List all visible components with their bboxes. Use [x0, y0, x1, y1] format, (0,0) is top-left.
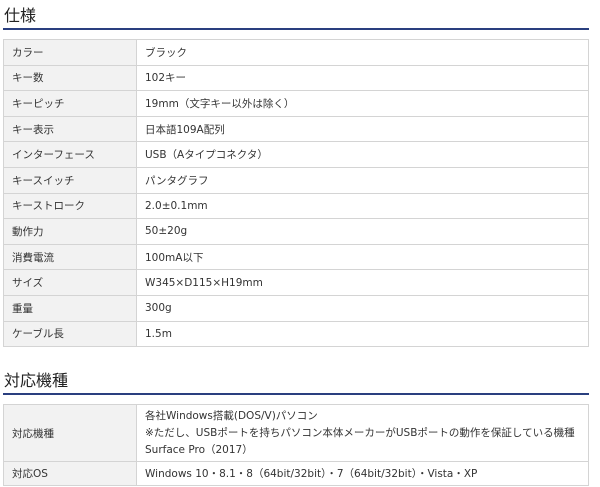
spec-label: サイズ — [3, 269, 137, 296]
compat-section-rule — [3, 393, 589, 395]
spec-value: ブラック — [136, 39, 589, 66]
spec-value: パンタグラフ — [136, 166, 589, 194]
spec-label: 動作力 — [3, 218, 137, 245]
spec-value: W345×D115×H19mm — [136, 269, 589, 296]
compat-line: Surface Pro（2017） — [145, 443, 253, 456]
spec-row-cable-length: ケーブル長 1.5m — [3, 320, 589, 348]
spec-label: キーストローク — [3, 192, 137, 220]
spec-row-key-stroke: キーストローク 2.0±0.1mm — [3, 192, 589, 220]
compat-line: 各社Windows搭載(DOS/V)パソコン — [145, 409, 318, 422]
compat-line: ※ただし、USBポートを持ちパソコン本体メーカーがUSBポートの動作を保証してい… — [145, 426, 575, 439]
spec-label: ケーブル長 — [3, 320, 137, 348]
spec-section-title: 仕様 — [4, 6, 37, 25]
spec-value: 100mA以下 — [136, 243, 589, 271]
spec-value: 300g — [136, 294, 589, 322]
compat-value: Windows 10・8.1・8（64bit/32bit）・7（64bit/32… — [136, 461, 589, 486]
compat-label: 対応OS — [3, 461, 137, 486]
spec-value: 日本語109A配列 — [136, 115, 589, 143]
spec-label: 消費電流 — [3, 243, 137, 271]
spec-label: キー表示 — [3, 115, 137, 143]
spec-value: 19mm（文字キー以外は除く） — [136, 90, 589, 117]
spec-row-color: カラー ブラック — [3, 39, 589, 66]
spec-value: 2.0±0.1mm — [136, 192, 589, 220]
spec-label: キースイッチ — [3, 166, 137, 194]
spec-row-key-pitch: キーピッチ 19mm（文字キー以外は除く） — [3, 90, 589, 117]
spec-value: 50±20g — [136, 218, 589, 245]
spec-row-key-display: キー表示 日本語109A配列 — [3, 115, 589, 143]
spec-row-current: 消費電流 100mA以下 — [3, 243, 589, 271]
compat-section-title: 対応機種 — [4, 371, 69, 390]
compat-row-os: 対応OS Windows 10・8.1・8（64bit/32bit）・7（64b… — [3, 461, 589, 486]
spec-row-size: サイズ W345×D115×H19mm — [3, 269, 589, 296]
spec-label: キーピッチ — [3, 90, 137, 117]
spec-row-weight: 重量 300g — [3, 294, 589, 322]
compat-label: 対応機種 — [3, 404, 137, 462]
spec-value: 102キー — [136, 64, 589, 92]
spec-value: 1.5m — [136, 320, 589, 348]
spec-row-key-switch: キースイッチ パンタグラフ — [3, 166, 589, 194]
compat-table: 対応機種 各社Windows搭載(DOS/V)パソコン ※ただし、USBポートを… — [3, 404, 589, 486]
spec-row-actuation-force: 動作力 50±20g — [3, 218, 589, 245]
spec-row-key-count: キー数 102キー — [3, 64, 589, 92]
spec-label: インターフェース — [3, 141, 137, 168]
spec-label: キー数 — [3, 64, 137, 92]
compat-value: 各社Windows搭載(DOS/V)パソコン ※ただし、USBポートを持ちパソコ… — [136, 404, 589, 462]
spec-section-rule — [3, 28, 589, 30]
compat-row-models: 対応機種 各社Windows搭載(DOS/V)パソコン ※ただし、USBポートを… — [3, 404, 589, 462]
spec-value: USB（Aタイプコネクタ） — [136, 141, 589, 168]
spec-label: カラー — [3, 39, 137, 66]
spec-table: カラー ブラック キー数 102キー キーピッチ 19mm（文字キー以外は除く）… — [3, 39, 589, 348]
spec-row-interface: インターフェース USB（Aタイプコネクタ） — [3, 141, 589, 168]
spec-label: 重量 — [3, 294, 137, 322]
